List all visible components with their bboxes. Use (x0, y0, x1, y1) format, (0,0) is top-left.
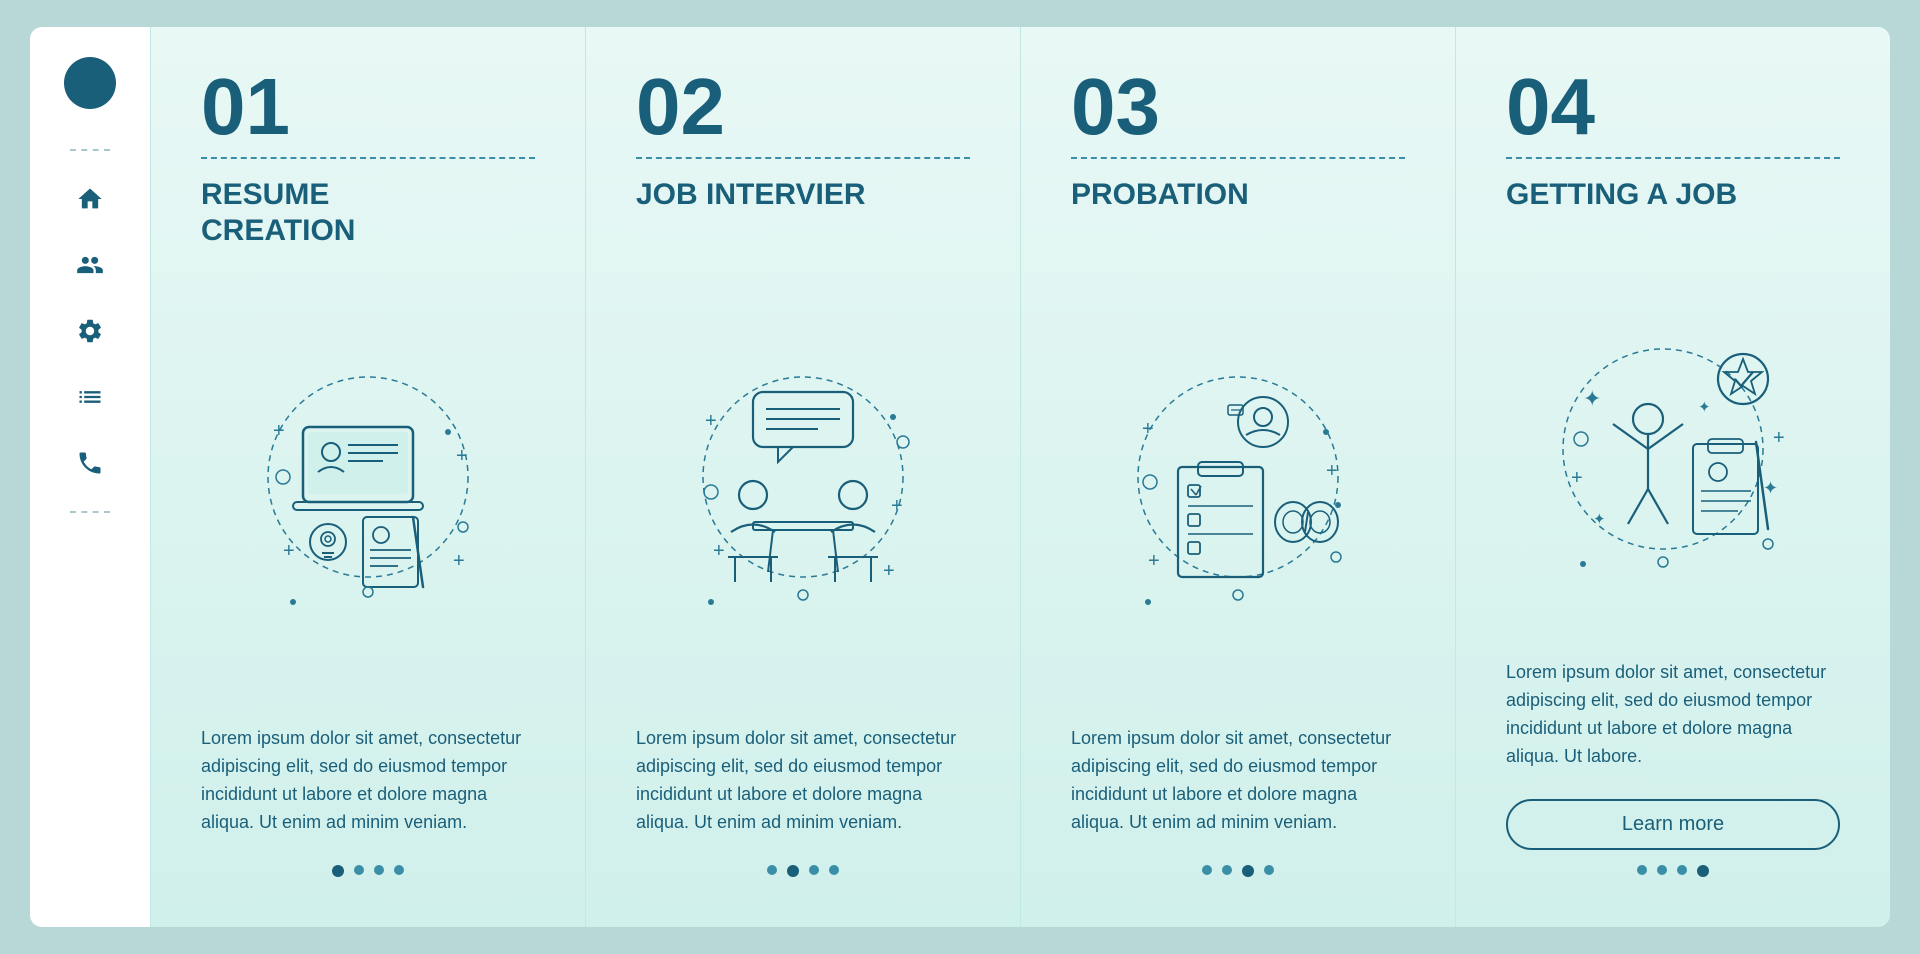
svg-text:+: + (273, 420, 285, 442)
sidebar-logo[interactable] (64, 57, 116, 109)
svg-text:+: + (1142, 418, 1154, 440)
card-4-illustration: ✦ ✦ ✦ ✦ + + (1506, 269, 1840, 639)
dot-4[interactable] (1264, 865, 1274, 875)
card-4-number: 04 (1506, 67, 1840, 147)
dot-4[interactable] (1697, 865, 1709, 877)
card-2-description: Lorem ipsum dolor sit amet, consectetur … (636, 725, 970, 845)
dot-3[interactable] (809, 865, 819, 875)
card-4-description: Lorem ipsum dolor sit amet, consectetur … (1506, 659, 1840, 779)
dot-4[interactable] (394, 865, 404, 875)
svg-text:+: + (1773, 427, 1785, 449)
home-icon[interactable] (72, 181, 108, 217)
list-icon[interactable] (72, 379, 108, 415)
svg-text:+: + (283, 540, 295, 562)
settings-icon[interactable] (72, 313, 108, 349)
svg-text:+: + (453, 550, 465, 572)
card-1: 01 RESUMECREATION (150, 27, 585, 927)
card-3: 03 PROBATION (1020, 27, 1455, 927)
svg-text:+: + (1571, 467, 1583, 489)
card-4-divider (1506, 157, 1840, 159)
card-1-illustration: + + + + (201, 269, 535, 705)
svg-text:+: + (705, 410, 717, 432)
card-3-description: Lorem ipsum dolor sit amet, consectetur … (1071, 725, 1405, 845)
svg-text:+: + (1148, 550, 1160, 572)
card-2-divider (636, 157, 970, 159)
card-1-divider (201, 157, 535, 159)
card-1-number: 01 (201, 67, 535, 147)
dot-2[interactable] (1222, 865, 1232, 875)
card-3-illustration: + + + (1071, 269, 1405, 705)
card-2-number: 02 (636, 67, 970, 147)
card-2-title: JOB INTERVIER (636, 177, 970, 249)
sidebar-divider-top (70, 149, 110, 151)
people-icon[interactable] (72, 247, 108, 283)
sidebar-divider-bottom (70, 511, 110, 513)
card-3-divider (1071, 157, 1405, 159)
svg-text:+: + (713, 540, 725, 562)
dot-4[interactable] (829, 865, 839, 875)
learn-more-button[interactable]: Learn more (1506, 799, 1840, 850)
card-2-illustration: + + + + (636, 269, 970, 705)
svg-text:✦: ✦ (1593, 511, 1606, 528)
card-4: 04 GETTING A JOB (1455, 27, 1890, 927)
dot-2[interactable] (1657, 865, 1667, 875)
svg-text:✦: ✦ (1583, 386, 1601, 411)
dot-2[interactable] (354, 865, 364, 875)
card-1-title: RESUMECREATION (201, 177, 535, 249)
dot-3[interactable] (1242, 865, 1254, 877)
card-4-dots (1506, 865, 1840, 887)
cards-container: 01 RESUMECREATION (150, 27, 1890, 927)
dot-3[interactable] (1677, 865, 1687, 875)
dot-1[interactable] (1637, 865, 1647, 875)
dot-1[interactable] (332, 865, 344, 877)
card-1-dots (201, 865, 535, 887)
dot-1[interactable] (1202, 865, 1212, 875)
card-3-dots (1071, 865, 1405, 887)
card-1-description: Lorem ipsum dolor sit amet, consectetur … (201, 725, 535, 845)
sidebar (30, 27, 150, 927)
dot-3[interactable] (374, 865, 384, 875)
svg-text:+: + (883, 560, 895, 582)
svg-text:✦: ✦ (1763, 478, 1778, 498)
card-3-title: PROBATION (1071, 177, 1405, 249)
card-2-dots (636, 865, 970, 887)
card-4-title: GETTING A JOB (1506, 177, 1840, 249)
phone-icon[interactable] (72, 445, 108, 481)
svg-text:+: + (891, 495, 903, 517)
main-container: 01 RESUMECREATION (30, 27, 1890, 927)
svg-text:+: + (456, 445, 468, 467)
svg-text:✦: ✦ (1698, 399, 1711, 416)
svg-text:+: + (1326, 460, 1338, 482)
card-2: 02 JOB INTERVIER (585, 27, 1020, 927)
card-3-number: 03 (1071, 67, 1405, 147)
dot-1[interactable] (767, 865, 777, 875)
dot-2[interactable] (787, 865, 799, 877)
